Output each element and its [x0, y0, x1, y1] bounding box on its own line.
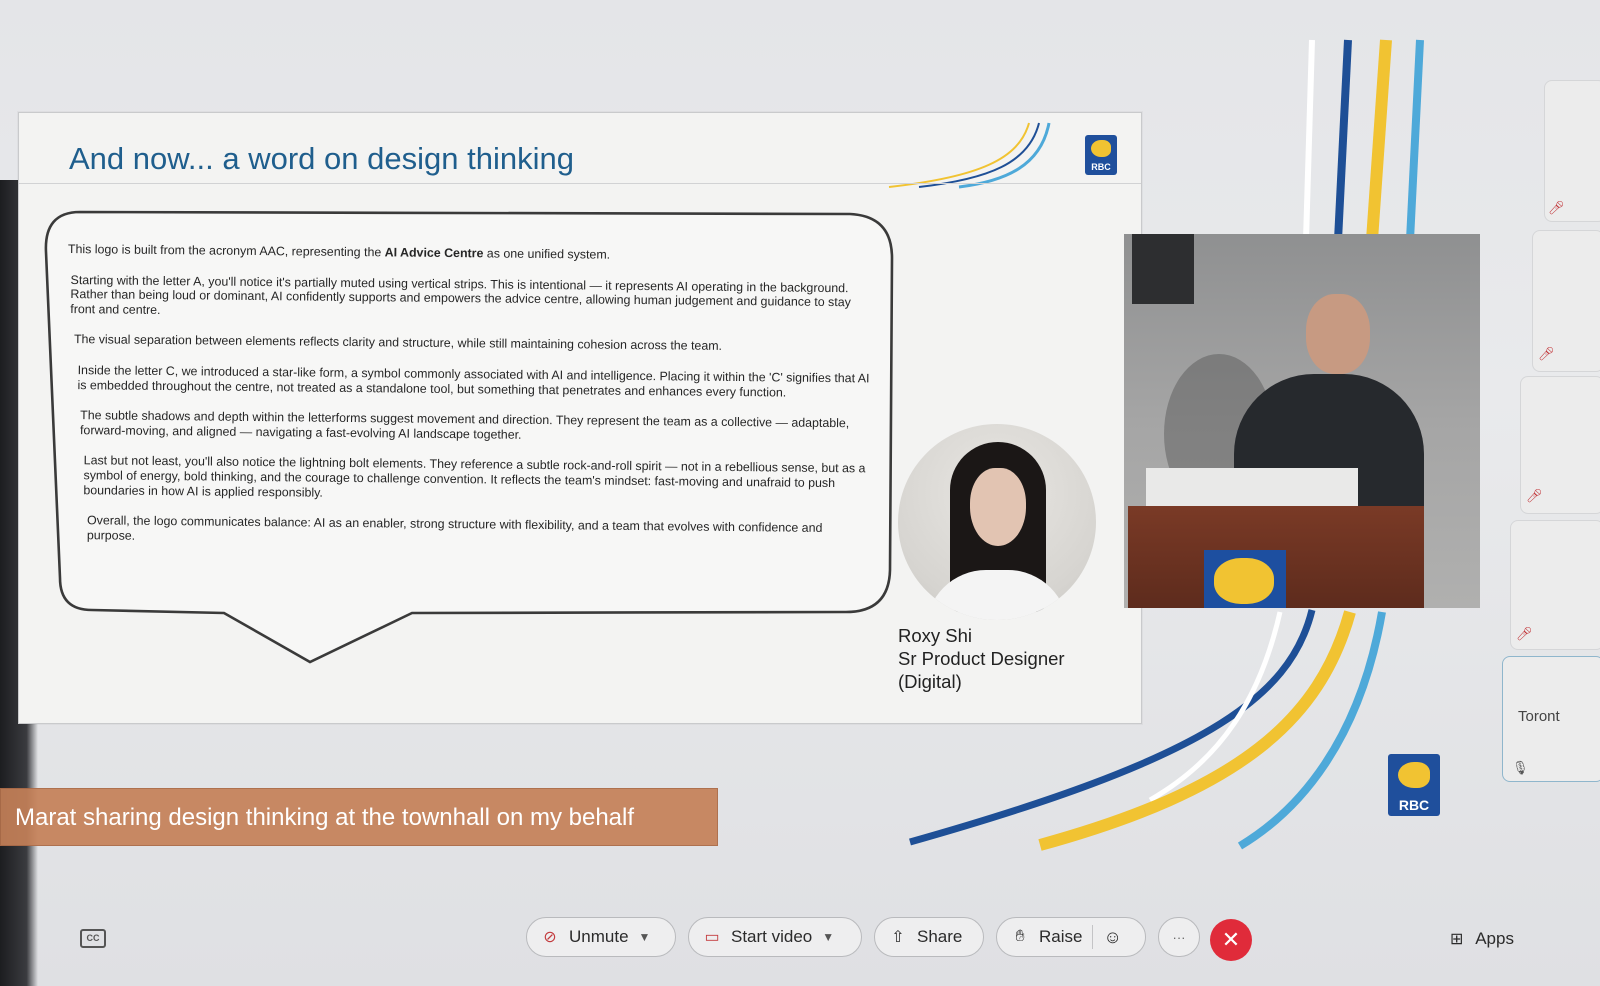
apps-grid-icon: ⊞ — [1450, 931, 1464, 948]
design-rationale-text: This logo is built from the acronym AAC,… — [63, 242, 872, 567]
participant-strip: 🎤︎ 🎤︎ 🎤︎ 🎤︎ 🎙︎ — [1502, 80, 1600, 800]
slide-title-rule — [19, 183, 1141, 184]
share-button[interactable]: ⇧ Share — [874, 917, 984, 957]
paragraph-lightning: Last but not least, you'll also notice t… — [83, 453, 866, 500]
overlay-caption: Marat sharing design thinking at the tow… — [0, 788, 718, 846]
unmute-label: Unmute — [569, 927, 629, 946]
start-video-label: Start video — [731, 927, 813, 946]
chevron-down-icon[interactable]: ▼ — [639, 930, 651, 944]
slide-rbc-logo: RBC — [1085, 135, 1117, 175]
raise-hand-icon[interactable]: ✋︎ — [1009, 928, 1031, 946]
muted-mic-icon: 🎤︎ — [1538, 346, 1555, 361]
meeting-toolbar: CC ⊘ Unmute ▼ ▭ Start video ▼ ⇧ Share ✋︎… — [0, 905, 1600, 975]
share-label: Share — [917, 927, 963, 946]
paragraph-separation: The visual separation between elements r… — [73, 332, 723, 354]
unmute-button[interactable]: ⊘ Unmute ▼ — [526, 917, 676, 957]
slide-title: And now... a word on design thinking — [69, 141, 574, 176]
stage-rbc-logo: RBC — [1388, 754, 1440, 816]
raise-hand-group: ✋︎ Raise ☺ — [996, 917, 1146, 957]
apps-button[interactable]: ⊞ Apps — [1450, 929, 1514, 949]
paragraph-overall: Overall, the logo communicates balance: … — [86, 513, 823, 543]
more-options-button[interactable]: ··· — [1158, 917, 1200, 957]
more-options-label: ··· — [1172, 929, 1186, 945]
raise-label[interactable]: Raise — [1039, 927, 1082, 947]
emoji-icon[interactable]: ☺ — [1103, 927, 1121, 948]
apps-label: Apps — [1475, 929, 1514, 948]
share-screen-icon: ⇧ — [891, 929, 905, 946]
podium-logo — [1204, 550, 1286, 608]
designer-name: Roxy Shi — [898, 625, 973, 646]
mic-off-icon: ⊘ — [543, 929, 557, 946]
muted-mic-icon: 🎤︎ — [1516, 626, 1533, 641]
paragraph-shadows: The subtle shadows and depth within the … — [79, 408, 850, 442]
closed-captions-icon[interactable]: CC — [80, 929, 106, 948]
muted-mic-icon: 🎤︎ — [1548, 200, 1565, 215]
meeting-window: And now... a word on design thinking RBC… — [0, 0, 1600, 986]
leave-meeting-button[interactable]: ✕ — [1210, 919, 1252, 961]
muted-mic-icon: 🎤︎ — [1526, 488, 1543, 503]
designer-caption: Roxy Shi Sr Product Designer (Digital) — [898, 624, 1065, 693]
designer-role: Sr Product Designer — [898, 648, 1065, 669]
designer-dept: (Digital) — [898, 671, 962, 692]
participant-location-label: Toront — [1518, 708, 1560, 725]
mic-icon: 🎙︎ — [1512, 760, 1529, 775]
paragraph-letter-a: Starting with the letter A, you'll notic… — [70, 272, 851, 317]
chevron-down-icon[interactable]: ▼ — [822, 930, 834, 944]
paragraph-letter-c: Inside the letter C, we introduced a sta… — [77, 363, 870, 400]
video-off-icon: ▭ — [704, 929, 720, 946]
start-video-button[interactable]: ▭ Start video ▼ — [688, 917, 862, 957]
slide-corner-stripes — [888, 122, 1051, 189]
designer-portrait — [898, 424, 1096, 620]
speaker-video-tile[interactable] — [1124, 234, 1480, 608]
